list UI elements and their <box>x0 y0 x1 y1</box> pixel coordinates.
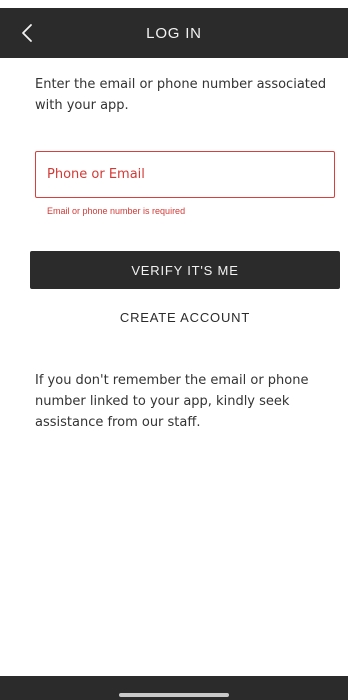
phone-or-email-field[interactable] <box>35 151 335 198</box>
help-text: If you don't remember the email or phone… <box>35 373 309 430</box>
intro-text: Enter the email or phone number associat… <box>35 77 327 113</box>
header-bar: LOG IN <box>0 8 348 58</box>
bottom-navigation-bar <box>0 676 348 700</box>
verify-button[interactable]: VERIFY IT'S ME <box>30 251 340 289</box>
field-error-message: Email or phone number is required <box>47 206 186 216</box>
create-account-button[interactable]: CREATE ACCOUNT <box>30 304 340 330</box>
login-screen: LOG IN Enter the email or phone number a… <box>0 0 348 700</box>
home-indicator[interactable] <box>119 693 229 697</box>
page-title: LOG IN <box>146 24 202 42</box>
phone-or-email-input[interactable] <box>47 152 334 197</box>
